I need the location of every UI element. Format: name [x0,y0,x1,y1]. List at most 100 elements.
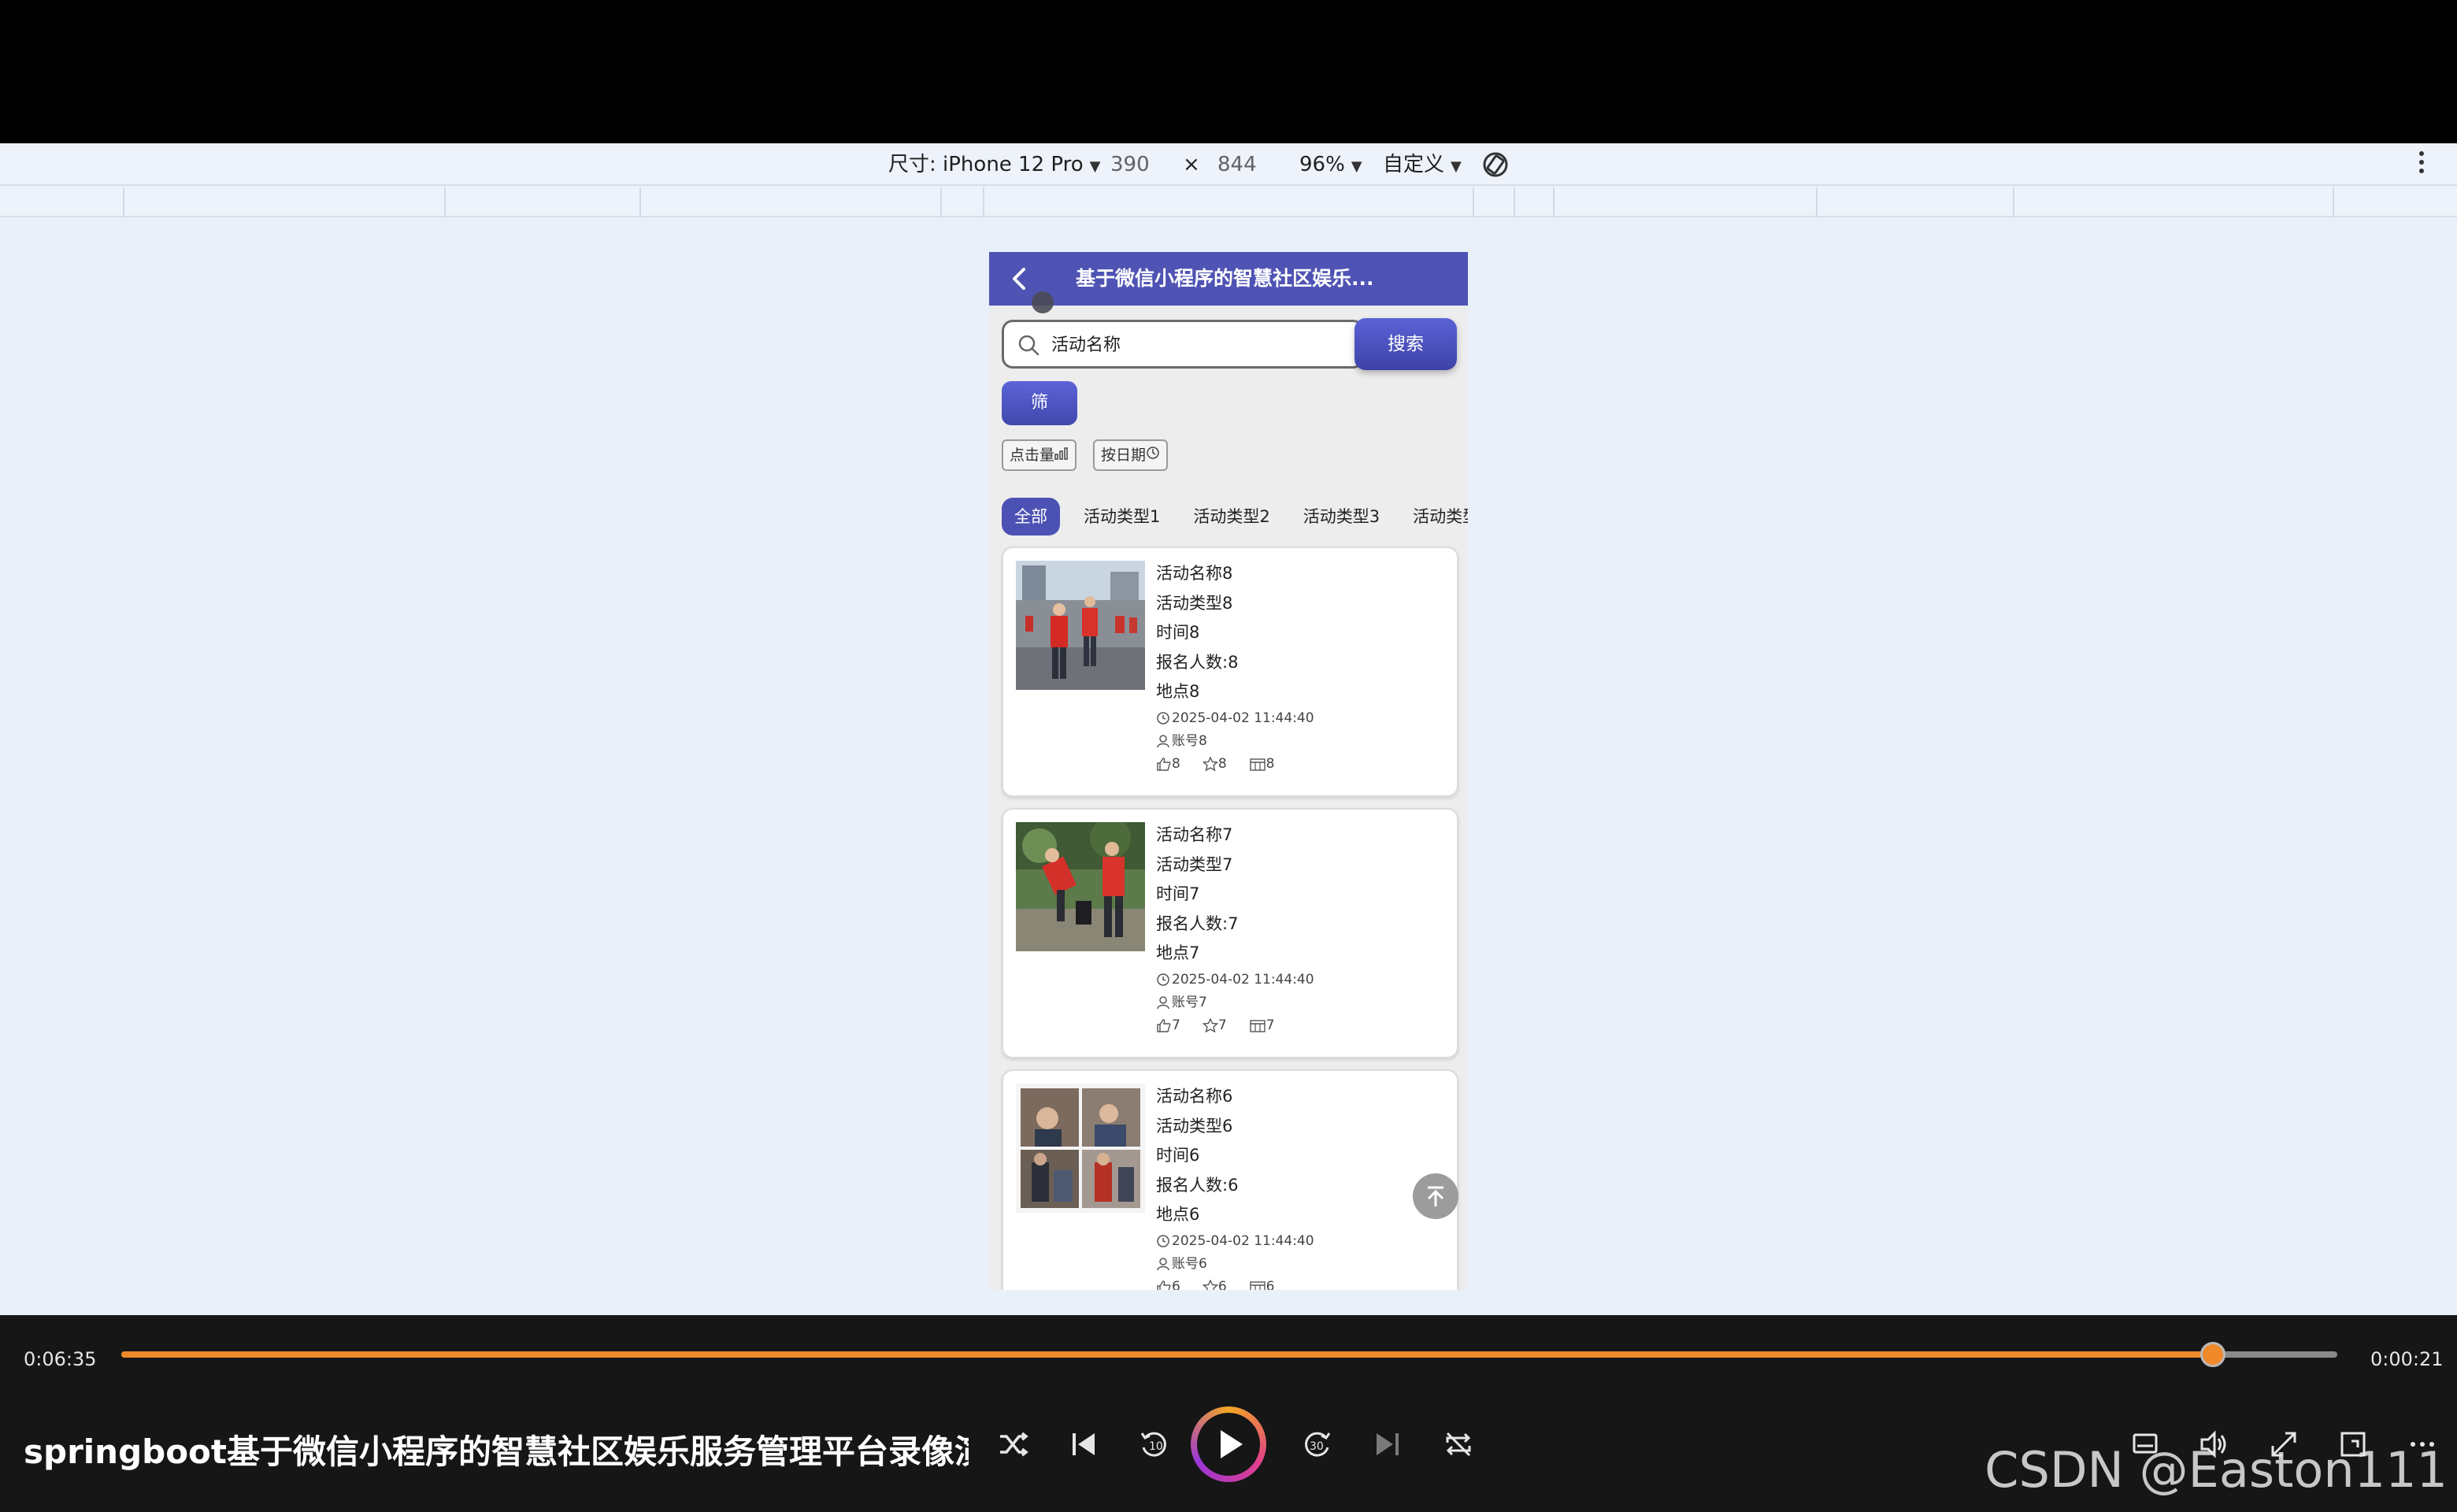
repeat-off-icon[interactable] [1429,1414,1488,1474]
activity-account: 账号7 [1172,994,1207,1010]
filter-button[interactable]: 筛 [1002,381,1077,425]
activity-info: 活动名称8 活动类型8 时间8 报名人数:8 地点8 2025-04-02 11… [1156,559,1447,775]
progress-bar[interactable] [121,1342,2337,1367]
activity-type: 活动类型7 [1156,854,1233,874]
forward-30-icon[interactable]: 30 [1287,1414,1347,1474]
activity-card[interactable]: 活动名称7 活动类型7 时间7 报名人数:7 地点7 2025-04-02 11… [1002,808,1458,1058]
activity-place: 地点7 [1156,943,1200,962]
tab-type-2[interactable]: 活动类型2 [1193,498,1269,536]
activity-photo [1016,561,1145,690]
device-size-label: 尺寸: iPhone 12 Pro [888,153,1084,176]
play-button-inner [1197,1413,1260,1476]
throttle-value: 自定义 [1383,153,1445,176]
favorite-count[interactable]: 8 [1202,753,1227,775]
tab-all[interactable]: 全部 [1002,498,1060,536]
user-icon [1157,996,1169,1010]
activity-counts: 8 8 8 [1156,753,1447,775]
caret-down-icon: ▼ [1089,158,1101,175]
tab-type-3[interactable]: 活动类型3 [1303,498,1380,536]
activity-place: 地点6 [1156,1205,1200,1224]
csdn-watermark: CSDN @Easton111 [1984,1441,2448,1499]
activity-signup: 报名人数:7 [1156,914,1239,933]
sort-clicks-label: 点击量 [1010,447,1055,464]
view-count[interactable]: 6 [1249,1276,1274,1290]
thumbs-up-icon [1157,757,1171,771]
devtools-viewport: 尺寸: iPhone 12 Pro ▼ 390 × 844 96% ▼ 自定义 ▼ [0,143,2457,1315]
top-black-area [0,0,2457,143]
view-count[interactable]: 8 [1249,753,1274,775]
activity-signup: 报名人数:6 [1156,1175,1239,1195]
caret-down-icon: ▼ [1451,158,1462,175]
clock-icon [1157,1235,1169,1247]
activity-time: 时间6 [1156,1146,1200,1165]
activity-type: 活动类型6 [1156,1116,1233,1136]
star-icon [1202,1017,1218,1032]
height-input[interactable]: 844 [1217,151,1257,178]
activity-account: 账号8 [1172,732,1207,749]
back-arrow-icon[interactable] [1005,263,1036,295]
previous-icon[interactable] [1054,1414,1114,1474]
search-button[interactable]: 搜索 [1354,318,1457,370]
activity-photo [1016,822,1145,951]
activity-counts: 6 6 6 [1156,1276,1447,1290]
activity-time: 时间8 [1156,623,1200,642]
user-icon [1157,1258,1169,1271]
progress-fill [121,1351,2214,1358]
calendar-icon [1249,758,1266,771]
activity-name: 活动名称6 [1156,1087,1233,1106]
search-input[interactable] [1051,330,1351,360]
svg-text:30: 30 [1310,1440,1324,1453]
clock-icon [1147,447,1159,459]
sort-date-label: 按日期 [1101,447,1147,464]
activity-signup: 报名人数:8 [1156,652,1239,672]
view-count[interactable]: 7 [1249,1014,1274,1036]
activity-name: 活动名称7 [1156,825,1233,844]
activity-place: 地点8 [1156,682,1200,701]
activity-datetime: 2025-04-02 11:44:40 [1172,710,1314,726]
play-button[interactable] [1191,1406,1266,1482]
like-count[interactable]: 8 [1156,753,1180,775]
throttle-select[interactable]: 自定义 ▼ [1383,151,1462,178]
activity-card[interactable]: 活动名称8 活动类型8 时间8 报名人数:8 地点8 2025-04-02 11… [1002,547,1458,797]
caret-down-icon: ▼ [1351,158,1362,175]
sort-by-date-button[interactable]: 按日期 [1093,439,1169,471]
calendar-icon [1249,1019,1266,1032]
activity-time: 时间7 [1156,884,1200,903]
zoom-select[interactable]: 96% ▼ [1299,151,1362,178]
activity-account-row: 账号7 [1156,991,1447,1014]
page-title: 基于微信小程序的智慧社区娱乐... [1076,267,1374,290]
width-input[interactable]: 390 [1110,151,1150,178]
video-title: springboot基于微信小程序的智慧社区娱乐服务管理平台录像演... [24,1432,969,1471]
category-tabs: 全部活动类型1 活动类型2 活动类型3 活动类型4 [1002,498,1468,537]
activity-account-row: 账号6 [1156,1253,1447,1276]
like-count[interactable]: 6 [1156,1276,1180,1290]
search-icon [1017,333,1040,357]
like-count[interactable]: 7 [1156,1014,1180,1036]
tab-type-1[interactable]: 活动类型1 [1084,498,1160,536]
activity-datetime-row: 2025-04-02 11:44:40 [1156,1230,1447,1253]
activity-card[interactable]: 活动名称6 活动类型6 时间6 报名人数:6 地点6 2025-04-02 11… [1002,1069,1458,1290]
svg-text:10: 10 [1149,1440,1163,1453]
shuffle-icon[interactable] [983,1414,1043,1474]
favorite-count[interactable]: 6 [1202,1276,1227,1290]
back-to-top-button[interactable] [1413,1173,1458,1219]
elapsed-time: 0:06:35 [24,1348,97,1370]
favorite-count[interactable]: 7 [1202,1014,1227,1036]
calendar-icon [1249,1280,1266,1290]
activity-photo [1016,1084,1145,1213]
progress-handle[interactable] [2200,1342,2226,1367]
next-icon[interactable] [1358,1414,1418,1474]
rotate-icon[interactable] [1480,150,1510,177]
more-options-icon[interactable] [2419,148,2426,180]
tab-type-4[interactable]: 活动类型4 [1413,498,1468,536]
device-select[interactable]: 尺寸: iPhone 12 Pro ▼ [888,151,1101,178]
activity-account: 账号6 [1172,1255,1207,1272]
thumbs-up-icon [1157,1018,1171,1032]
sort-by-clicks-button[interactable]: 点击量 [1002,439,1077,471]
activity-datetime: 2025-04-02 11:44:40 [1172,1232,1314,1249]
activity-name: 活动名称8 [1156,564,1233,583]
rewind-10-icon[interactable]: 10 [1125,1414,1184,1474]
bar-chart-icon [1054,447,1068,460]
user-icon [1157,735,1169,748]
activity-type: 活动类型8 [1156,593,1233,613]
